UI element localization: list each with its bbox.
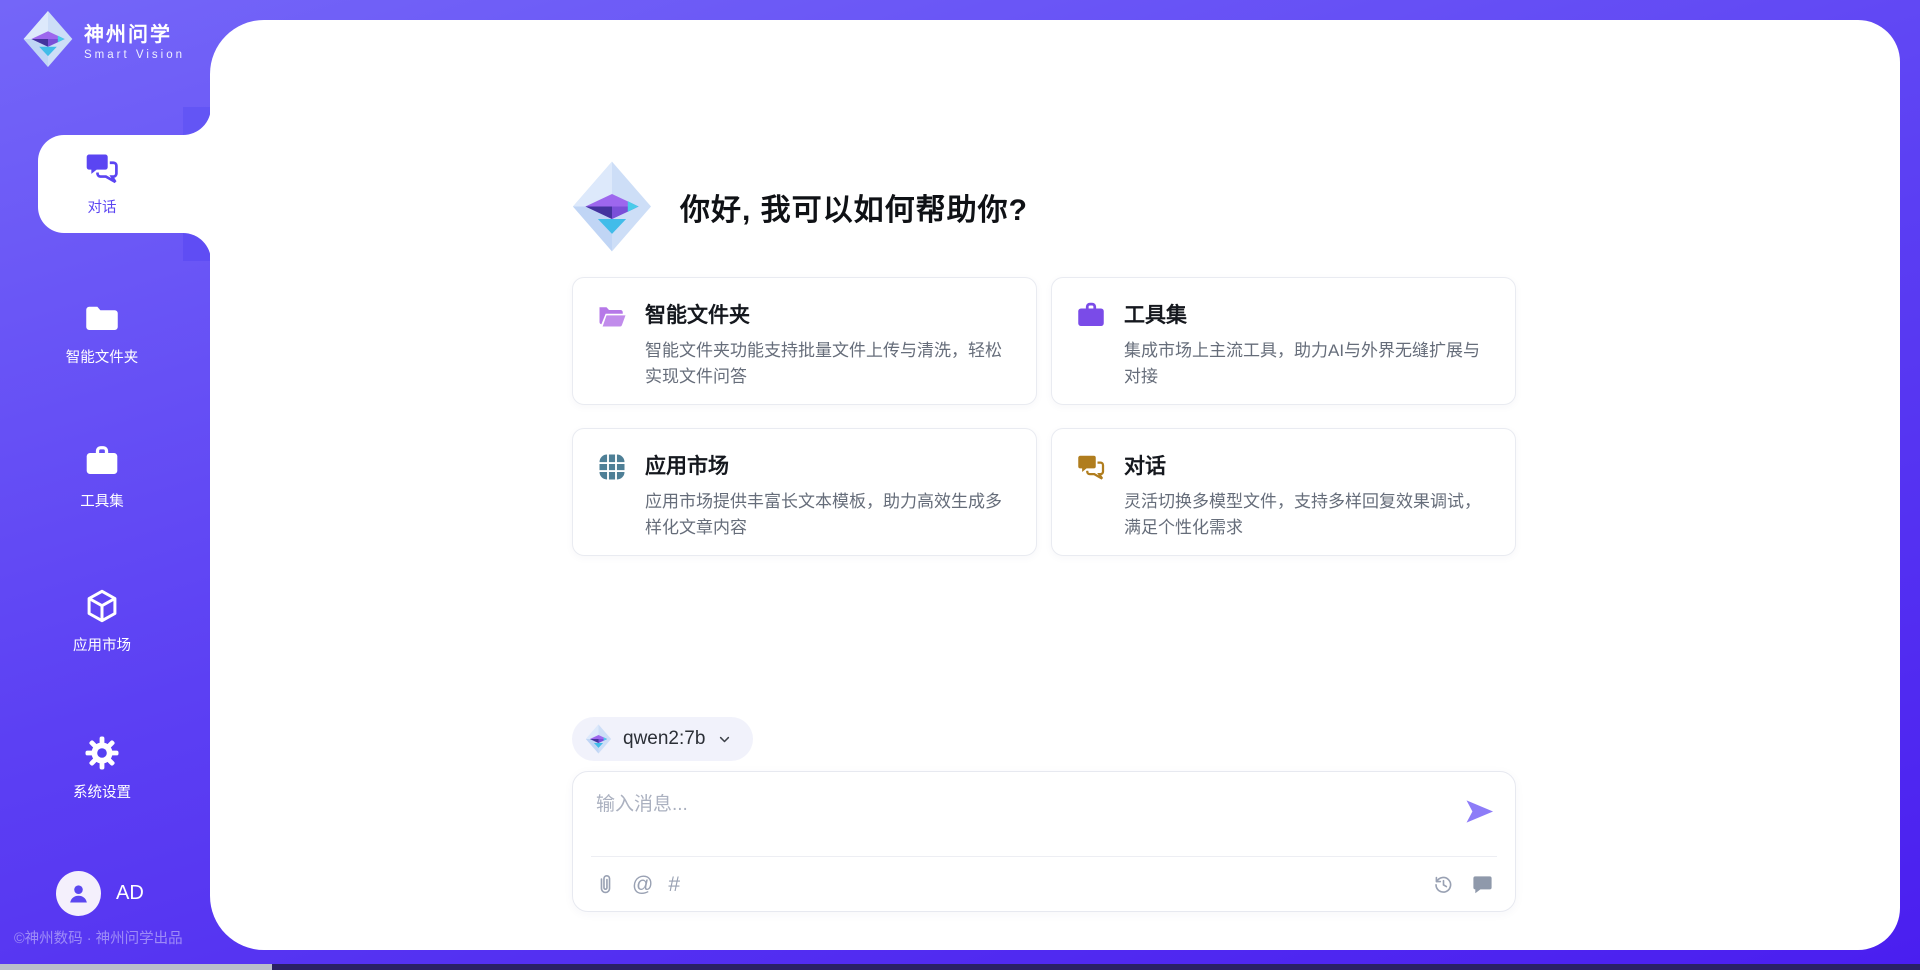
brand-gem-icon: [22, 10, 74, 68]
card-smart-folder[interactable]: 智能文件夹 智能文件夹功能支持批量文件上传与清洗，轻松实现文件问答: [572, 277, 1037, 405]
folder-icon: [84, 300, 120, 336]
card-description: 智能文件夹功能支持批量文件上传与清洗，轻松实现文件问答: [645, 338, 1017, 391]
chat-icon: [1076, 452, 1106, 482]
shortcut-cards: 智能文件夹 智能文件夹功能支持批量文件上传与清洗，轻松实现文件问答 工具集 集成…: [572, 277, 1518, 556]
main-panel: 你好, 我可以如何帮助你? 智能文件夹 智能文件夹功能支持批量文件上传与清洗，轻…: [210, 20, 1900, 950]
card-title: 智能文件夹: [645, 299, 1017, 329]
sidebar-item-settings[interactable]: 系统设置: [0, 735, 204, 802]
gear-icon: [84, 735, 120, 771]
sidebar-item-smart-folder[interactable]: 智能文件夹: [0, 300, 204, 367]
send-icon: [1463, 795, 1496, 828]
brand-logo[interactable]: 神州问学 Smart Vision: [22, 10, 185, 68]
attach-button[interactable]: [594, 873, 617, 896]
card-description: 集成市场上主流工具，助力AI与外界无缝扩展与对接: [1124, 338, 1496, 391]
user-profile[interactable]: AD: [56, 871, 144, 916]
tab-fillet-bottom: [183, 233, 211, 261]
greeting-title: 你好, 我可以如何帮助你?: [680, 185, 1028, 229]
card-chat[interactable]: 对话 灵活切换多模型文件，支持多样回复效果调试，满足个性化需求: [1051, 428, 1516, 556]
history-button[interactable]: [1432, 873, 1455, 896]
paperclip-icon: [594, 873, 617, 896]
sidebar-item-app-market[interactable]: 应用市场: [0, 588, 204, 655]
copyright-footer: ©神州数码 · 神州问学出品: [14, 927, 183, 948]
message-input[interactable]: [594, 787, 1444, 845]
scrollbar-thumb[interactable]: [0, 964, 272, 970]
avatar: [56, 871, 101, 916]
chat-icon: [84, 150, 120, 186]
history-icon: [1432, 873, 1455, 896]
horizontal-scrollbar[interactable]: [0, 964, 1920, 970]
chevron-down-icon: [716, 731, 733, 748]
grid-cube-icon: [597, 452, 627, 482]
sidebar-item-label: 系统设置: [73, 781, 131, 802]
topic-button[interactable]: #: [668, 873, 680, 896]
model-name: qwen2:7b: [623, 728, 705, 750]
card-title: 应用市场: [645, 450, 1017, 480]
open-folder-icon: [597, 301, 627, 331]
chat-bubble-icon: [1471, 873, 1494, 896]
person-icon: [65, 880, 92, 907]
card-description: 灵活切换多模型文件，支持多样回复效果调试，满足个性化需求: [1124, 489, 1496, 542]
sidebar-item-chat[interactable]: 对话: [0, 150, 204, 217]
mention-button[interactable]: @: [632, 873, 653, 896]
greeting-gem-icon: [570, 160, 654, 253]
sidebar-item-label: 智能文件夹: [66, 346, 139, 367]
model-selector[interactable]: qwen2:7b: [572, 717, 753, 761]
cube-icon: [84, 588, 120, 624]
conversation-button[interactable]: [1471, 873, 1494, 896]
send-button[interactable]: [1463, 795, 1496, 828]
sidebar-item-label: 应用市场: [73, 634, 131, 655]
sidebar-item-label: 对话: [88, 196, 117, 217]
card-description: 应用市场提供丰富长文本模板，助力高效生成多样化文章内容: [645, 489, 1017, 542]
sidebar-item-label: 工具集: [80, 490, 124, 511]
brand-name: 神州问学: [84, 18, 185, 47]
card-title: 工具集: [1124, 299, 1496, 329]
sidebar-item-toolset[interactable]: 工具集: [0, 444, 204, 511]
card-title: 对话: [1124, 450, 1496, 480]
brand-subtitle: Smart Vision: [84, 49, 185, 61]
at-icon: @: [632, 873, 653, 896]
card-app-market[interactable]: 应用市场 应用市场提供丰富长文本模板，助力高效生成多样化文章内容: [572, 428, 1037, 556]
user-initials: AD: [116, 882, 144, 905]
card-toolset[interactable]: 工具集 集成市场上主流工具，助力AI与外界无缝扩展与对接: [1051, 277, 1516, 405]
hash-icon: #: [668, 873, 680, 896]
model-gem-icon: [585, 724, 612, 754]
greeting-section: 你好, 我可以如何帮助你?: [570, 160, 1028, 253]
tab-fillet-top: [183, 107, 211, 135]
composer-toolbar: @ #: [594, 857, 1494, 912]
message-composer: @ #: [572, 771, 1516, 912]
toolbox-icon: [1076, 301, 1106, 331]
toolbox-icon: [84, 444, 120, 480]
